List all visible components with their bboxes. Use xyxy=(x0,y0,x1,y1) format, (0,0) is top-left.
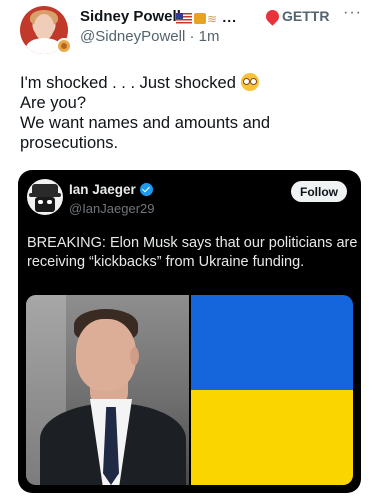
post-text: I'm shocked . . . Just shocked Are you? … xyxy=(20,73,365,153)
embedded-post-text: BREAKING: Elon Musk says that our politi… xyxy=(27,234,357,272)
us-flag-icon xyxy=(176,13,192,25)
embedded-text-line: BREAKING: Elon Musk says that our politi… xyxy=(27,235,358,251)
separator: · xyxy=(189,28,195,45)
source-label: GETTR xyxy=(263,6,330,26)
flag-yellow-stripe xyxy=(191,390,353,485)
post-text-line: Are you? xyxy=(20,94,87,112)
embedded-author-handle: @IanJaeger29 xyxy=(69,201,155,216)
follow-button: Follow xyxy=(291,181,347,202)
post-text-line: I'm shocked . . . Just shocked xyxy=(20,73,365,93)
flushed-face-icon xyxy=(240,73,259,91)
embedded-author-avatar xyxy=(27,179,63,215)
embedded-text-line: receiving “kickbacks” from Ukraine fundi… xyxy=(27,254,305,270)
tractor-icon xyxy=(194,13,206,25)
ukraine-flag-image xyxy=(191,295,353,485)
name-ellipsis: ... xyxy=(222,9,238,25)
author-handle-line: @SidneyPowell · 1m xyxy=(80,28,219,45)
source-name: GETTR xyxy=(282,8,330,24)
verified-badge-icon xyxy=(139,183,153,196)
wheat-icon: ≋ xyxy=(207,11,219,26)
flag-blue-stripe xyxy=(191,295,353,390)
embedded-author-name: Ian Jaeger xyxy=(69,182,136,197)
author-handle[interactable]: @SidneyPowell xyxy=(80,28,185,45)
post-time[interactable]: 1m xyxy=(199,28,220,45)
author-name-emojis: ≋ ... xyxy=(176,9,237,26)
elon-musk-photo xyxy=(26,295,189,485)
post-text-line: We want names and amounts and xyxy=(20,114,271,132)
tweet: Sidney Powell ≋ ... @SidneyPowell · 1m G… xyxy=(0,0,379,500)
coin-badge-icon xyxy=(56,38,72,54)
post-text-line: prosecutions. xyxy=(20,134,119,152)
author-name[interactable]: Sidney Powell xyxy=(80,8,181,25)
gettr-logo-icon xyxy=(263,6,282,26)
more-options-icon[interactable]: ··· xyxy=(343,4,362,22)
embedded-author-name-row: Ian Jaeger xyxy=(69,182,153,197)
embedded-post-screenshot[interactable]: Ian Jaeger @IanJaeger29 Follow BREAKING:… xyxy=(18,170,361,493)
